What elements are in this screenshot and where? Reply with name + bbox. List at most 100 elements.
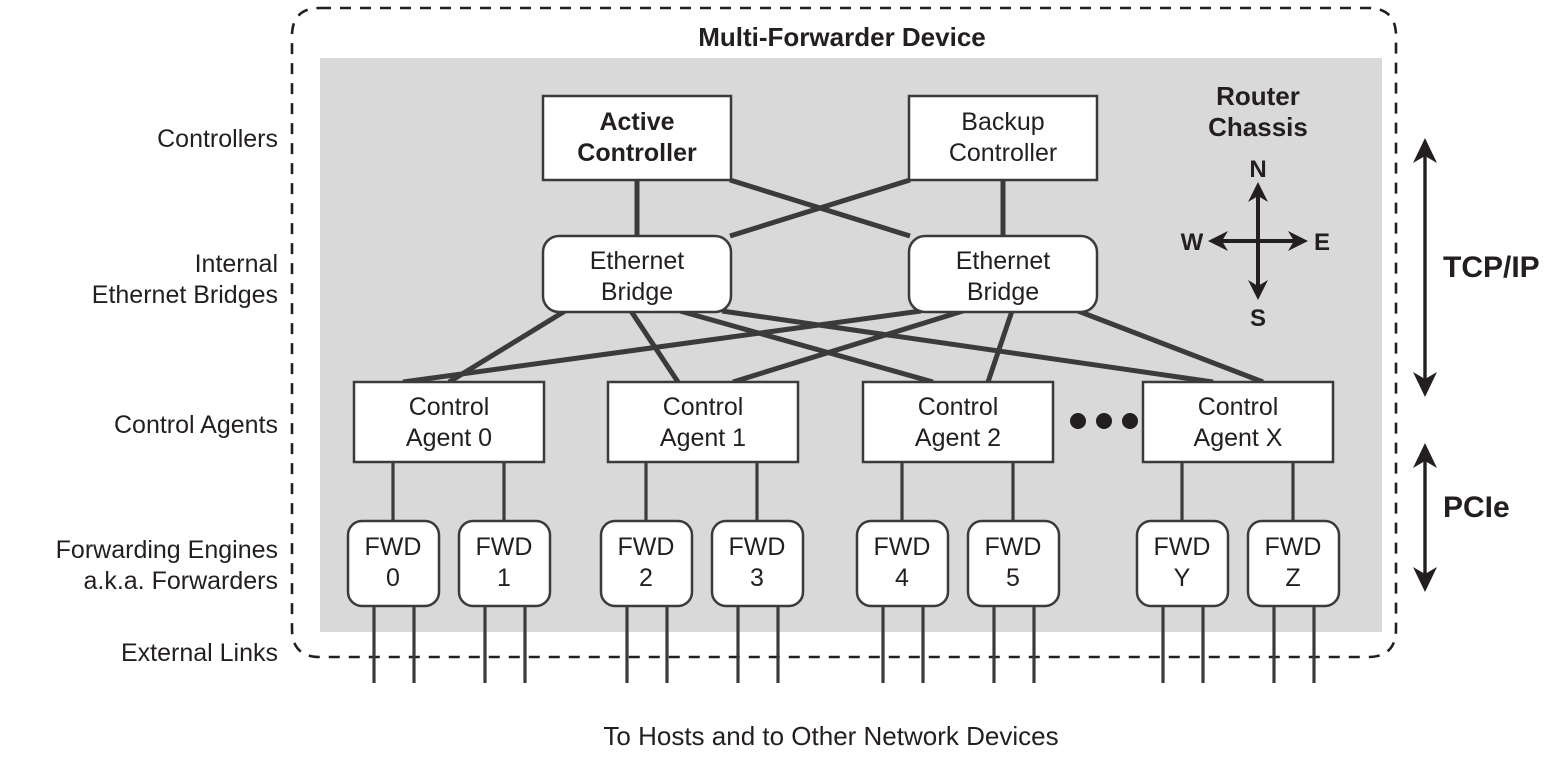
node-fwd-z[interactable]: FWD Z xyxy=(1246,519,1341,608)
node-backup-controller[interactable]: Backup Controller xyxy=(907,94,1099,182)
node-ethernet-bridge-left[interactable]: Ethernet Bridge xyxy=(541,234,733,314)
svg-text:FWD: FWD xyxy=(1265,533,1322,561)
router-chassis-label: Router xyxy=(1216,81,1300,111)
node-ethernet-bridge-right[interactable]: Ethernet Bridge xyxy=(907,234,1099,314)
ethernet-bridge-left-label-line1: Ethernet xyxy=(590,247,685,275)
svg-text:3: 3 xyxy=(750,564,764,592)
row-label-forwarders: Forwarding Engines xyxy=(56,536,278,564)
fwd-4-label-line2: 4 xyxy=(895,564,909,592)
svg-text:Controller: Controller xyxy=(949,139,1057,167)
fwd-0-label-line1: FWD xyxy=(365,533,422,561)
svg-text:5: 5 xyxy=(1006,564,1020,592)
row-label-bridges-line1: Internal xyxy=(195,250,278,278)
svg-text:Control: Control xyxy=(918,393,999,421)
ethernet-bridge-right-label-line2: Bridge xyxy=(967,278,1039,306)
active-controller-label-line2: Controller xyxy=(577,139,697,167)
svg-text:Ethernet: Ethernet xyxy=(590,247,685,275)
node-fwd-3[interactable]: FWD 3 xyxy=(710,519,805,608)
svg-text:FWD: FWD xyxy=(618,533,675,561)
ethernet-bridge-left-label-line2: Bridge xyxy=(601,278,673,306)
row-label-bridges: Internal xyxy=(195,250,278,278)
node-control-agent-1[interactable]: Control Agent 1 xyxy=(606,380,800,464)
svg-text:Agent 0: Agent 0 xyxy=(406,424,492,452)
svg-text:0: 0 xyxy=(386,564,400,592)
fwd-5-label-line2: 5 xyxy=(1006,564,1020,592)
row-label-bridges-line2: Ethernet Bridges xyxy=(92,281,278,309)
compass-label-south: S xyxy=(1250,305,1266,332)
svg-text:Bridge: Bridge xyxy=(601,278,673,306)
fwd-0-label-line2: 0 xyxy=(386,564,400,592)
svg-text:Ethernet: Ethernet xyxy=(956,247,1051,275)
node-fwd-y[interactable]: FWD Y xyxy=(1135,519,1230,608)
row-label-controllers: Controllers xyxy=(157,125,278,153)
svg-text:FWD: FWD xyxy=(365,533,422,561)
svg-text:Controller: Controller xyxy=(577,139,697,167)
bus-label-pcie: PCIe xyxy=(1443,491,1510,524)
bus-label-tcpip: TCP/IP xyxy=(1443,251,1540,284)
fwd-y-label-line2: Y xyxy=(1174,564,1191,592)
node-control-agent-x[interactable]: Control Agent X xyxy=(1141,380,1335,464)
fwd-1-label-line1: FWD xyxy=(476,533,533,561)
fwd-z-label-line1: FWD xyxy=(1265,533,1322,561)
backup-controller-label-line2: Controller xyxy=(949,139,1057,167)
row-label-forwarders-line1: Forwarding Engines xyxy=(56,536,278,564)
diagram-caption: To Hosts and to Other Network Devices xyxy=(603,721,1058,751)
tcpip-span-arrow xyxy=(1413,138,1437,397)
svg-text:FWD: FWD xyxy=(729,533,786,561)
svg-text:Active: Active xyxy=(599,108,674,136)
svg-text:Backup: Backup xyxy=(961,108,1044,136)
fwd-1-label-line2: 1 xyxy=(497,564,511,592)
fwd-3-label-line1: FWD xyxy=(729,533,786,561)
row-label-external-links: External Links xyxy=(121,639,278,667)
control-agent-x-label-line2: Agent X xyxy=(1194,424,1283,452)
compass-label-east: E xyxy=(1314,229,1330,256)
node-fwd-0[interactable]: FWD 0 xyxy=(346,519,441,608)
row-label-forwarders-2: a.k.a. Forwarders xyxy=(83,567,278,595)
fwd-5-label-line1: FWD xyxy=(985,533,1042,561)
node-control-agent-0[interactable]: Control Agent 0 xyxy=(352,380,546,464)
svg-text:Control: Control xyxy=(1198,393,1279,421)
node-control-agent-2[interactable]: Control Agent 2 xyxy=(861,380,1055,464)
svg-text:Bridge: Bridge xyxy=(967,278,1039,306)
page-title: Multi-Forwarder Device xyxy=(698,22,986,52)
ellipsis-dot-1 xyxy=(1070,413,1086,429)
ellipsis-dot-2 xyxy=(1096,413,1112,429)
svg-text:Control: Control xyxy=(409,393,490,421)
ellipsis-dot-3 xyxy=(1122,413,1138,429)
node-fwd-5[interactable]: FWD 5 xyxy=(966,519,1061,608)
fwd-2-label-line1: FWD xyxy=(618,533,675,561)
control-agent-1-label-line1: Control xyxy=(663,393,744,421)
node-fwd-4[interactable]: FWD 4 xyxy=(855,519,950,608)
svg-text:Agent X: Agent X xyxy=(1194,424,1283,452)
backup-controller-label-line1: Backup xyxy=(961,108,1044,136)
router-chassis-label-2: Chassis xyxy=(1208,112,1308,142)
svg-text:Y: Y xyxy=(1174,564,1191,592)
control-agent-0-label-line1: Control xyxy=(409,393,490,421)
svg-text:2: 2 xyxy=(639,564,653,592)
fwd-y-label-line1: FWD xyxy=(1154,533,1211,561)
svg-text:Control: Control xyxy=(663,393,744,421)
agents-ellipsis xyxy=(1070,413,1138,429)
node-fwd-1[interactable]: FWD 1 xyxy=(457,519,552,608)
row-label-external-links-line1: External Links xyxy=(121,639,278,667)
svg-text:FWD: FWD xyxy=(985,533,1042,561)
compass-label-north: N xyxy=(1249,156,1266,183)
fwd-z-label-line2: Z xyxy=(1285,564,1300,592)
fwd-4-label-line1: FWD xyxy=(874,533,931,561)
fwd-3-label-line2: 3 xyxy=(750,564,764,592)
pcie-span-arrow xyxy=(1413,443,1437,592)
row-label-controllers-line1: Controllers xyxy=(157,125,278,153)
router-chassis-label-line1: Router xyxy=(1216,81,1300,111)
row-label-forwarders-line2: a.k.a. Forwarders xyxy=(83,567,278,595)
control-agent-1-label-line2: Agent 1 xyxy=(660,424,746,452)
row-label-bridges-2: Ethernet Bridges xyxy=(92,281,278,309)
svg-text:1: 1 xyxy=(497,564,511,592)
ethernet-bridge-right-label-line1: Ethernet xyxy=(956,247,1051,275)
svg-text:FWD: FWD xyxy=(874,533,931,561)
control-agent-2-label-line2: Agent 2 xyxy=(915,424,1001,452)
svg-text:Agent 2: Agent 2 xyxy=(915,424,1001,452)
node-active-controller[interactable]: Active Controller xyxy=(541,94,733,182)
node-fwd-2[interactable]: FWD 2 xyxy=(599,519,694,608)
row-label-agents-line1: Control Agents xyxy=(114,411,278,439)
router-chassis-label-line2: Chassis xyxy=(1208,112,1308,142)
